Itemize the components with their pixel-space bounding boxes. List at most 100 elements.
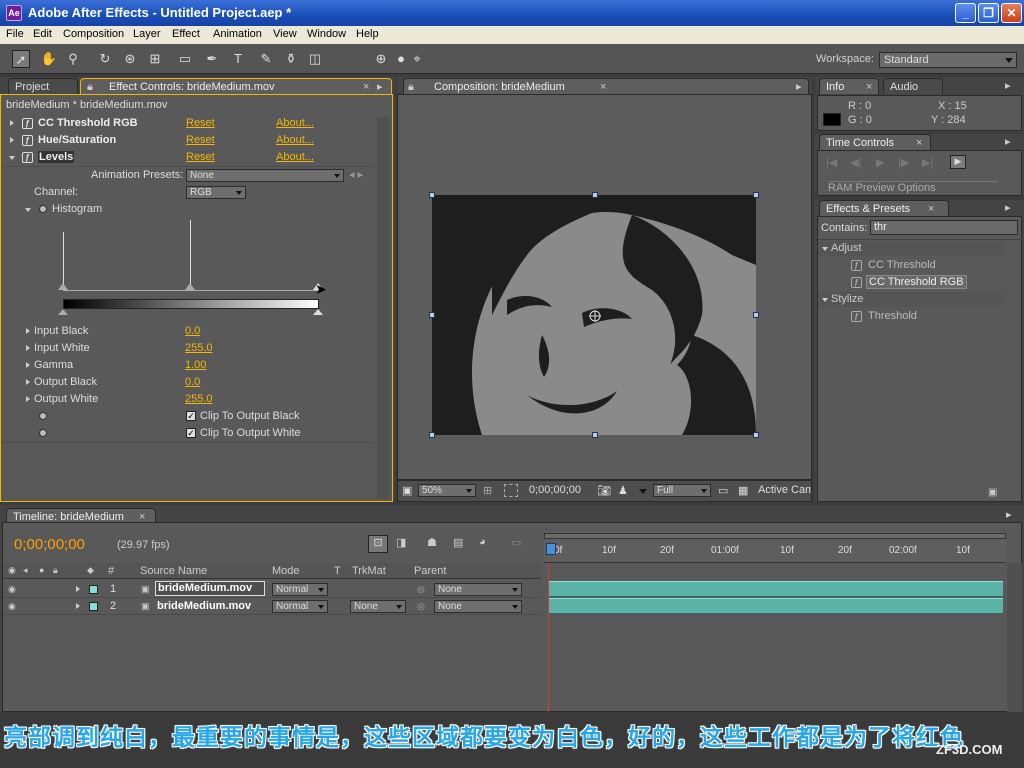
shy-layers-icon[interactable]: ☗: [427, 536, 437, 549]
transparency-grid-icon[interactable]: ▦: [738, 484, 748, 497]
lock-switch-icon[interactable]: 🔒︎: [53, 565, 58, 576]
column-source-name[interactable]: Source Name: [140, 565, 207, 577]
live-update-icon[interactable]: ⊡: [368, 535, 388, 553]
brush-tool-icon[interactable]: ✎: [257, 50, 275, 68]
composition-frame[interactable]: [432, 195, 756, 435]
menu-file[interactable]: File: [6, 28, 24, 40]
panel-menu-icon[interactable]: ▸: [1005, 79, 1011, 92]
eye-icon[interactable]: ◉: [8, 601, 16, 612]
panel-menu-icon[interactable]: ▸: [1006, 508, 1012, 521]
ram-preview-icon[interactable]: ▶: [950, 155, 966, 169]
tab-time-controls[interactable]: Time Controls ×: [819, 134, 931, 150]
param-value[interactable]: 255.0: [185, 393, 213, 405]
tab-effect-controls[interactable]: 🔒︎ Effect Controls: brideMedium.mov × ▸: [80, 78, 392, 94]
pan-behind-tool-icon[interactable]: ⊞: [146, 50, 164, 68]
snapshot-icon[interactable]: 📷︎: [597, 484, 611, 497]
effect-row-hue-saturation[interactable]: ƒ Hue/Saturation Reset About...: [1, 132, 392, 149]
last-frame-icon[interactable]: ▶|: [922, 156, 933, 169]
resolution-select[interactable]: Full: [653, 484, 711, 497]
effect-row-levels[interactable]: ƒ Levels Reset About...: [1, 149, 392, 166]
close-icon[interactable]: ×: [600, 79, 606, 95]
about-link[interactable]: About...: [276, 151, 314, 163]
view-axis-mode-icon[interactable]: ⌖: [408, 50, 426, 68]
clone-stamp-tool-icon[interactable]: ⚱: [282, 50, 300, 68]
grid-icon[interactable]: ⊞: [483, 484, 492, 497]
collapse-triangle-icon[interactable]: [9, 156, 15, 160]
tab-project[interactable]: Project: [8, 78, 78, 94]
fx-icon[interactable]: ƒ: [22, 152, 33, 163]
layer-handle[interactable]: [753, 192, 759, 198]
current-time-display[interactable]: 0;00;00;00: [14, 536, 85, 553]
reset-link[interactable]: Reset: [186, 117, 215, 129]
audio-switch-icon[interactable]: ◂: [23, 565, 28, 576]
next-frame-icon[interactable]: |▶: [898, 156, 909, 169]
current-time-indicator[interactable]: [546, 543, 556, 555]
clip-output-black-checkbox[interactable]: ✓: [186, 411, 196, 421]
lock-icon[interactable]: 🔒︎: [408, 79, 414, 95]
previous-frame-icon[interactable]: ◀|: [850, 156, 861, 169]
video-switch-icon[interactable]: ◉: [8, 565, 16, 576]
composition-viewer[interactable]: [397, 94, 812, 480]
tab-effects-presets[interactable]: Effects & Presets ×: [819, 200, 949, 216]
maximize-button[interactable]: ❐: [978, 3, 999, 23]
layer-duration-bar[interactable]: [548, 581, 1003, 597]
label-tag-icon[interactable]: ◆: [87, 565, 94, 576]
close-icon[interactable]: ×: [928, 201, 934, 217]
orbit-camera-tool-icon[interactable]: ⊛: [121, 50, 139, 68]
menu-composition[interactable]: Composition: [63, 28, 124, 40]
reset-link[interactable]: Reset: [186, 134, 215, 146]
param-value[interactable]: 0.0: [185, 325, 200, 337]
timeline-scrollbar[interactable]: [1007, 563, 1022, 713]
expand-triangle-icon[interactable]: [26, 396, 30, 402]
expand-triangle-icon[interactable]: [26, 345, 30, 351]
gamma-slider[interactable]: [185, 283, 195, 290]
clip-output-white-checkbox[interactable]: ✓: [186, 428, 196, 438]
menu-edit[interactable]: Edit: [33, 28, 52, 40]
expand-triangle-icon[interactable]: [10, 120, 14, 126]
frame-blending-icon[interactable]: ▤: [453, 536, 463, 549]
work-area-bar[interactable]: [544, 533, 1006, 539]
panel-menu-icon[interactable]: ▸: [1005, 201, 1011, 214]
layer-handle[interactable]: [753, 312, 759, 318]
trkmat-select[interactable]: None: [350, 600, 406, 613]
effect-row-cc-threshold-rgb[interactable]: ƒ CC Threshold RGB Reset About...: [1, 115, 392, 132]
time-ruler[interactable]: 0f 10f 20f 01:00f 10f 20f 02:00f 10f: [544, 531, 1006, 563]
layer-handle[interactable]: [429, 192, 435, 198]
menu-animation[interactable]: Animation: [213, 28, 262, 40]
parent-select[interactable]: None: [434, 600, 522, 613]
first-frame-icon[interactable]: |◀: [826, 156, 837, 169]
label-color-swatch[interactable]: [89, 585, 98, 594]
menu-help[interactable]: Help: [356, 28, 379, 40]
close-icon[interactable]: ×: [866, 79, 872, 95]
collapse-triangle-icon[interactable]: [822, 298, 828, 302]
param-value[interactable]: 1.00: [185, 359, 206, 371]
layer-handle[interactable]: [429, 432, 435, 438]
animation-presets-select[interactable]: None: [186, 169, 344, 182]
close-icon[interactable]: ×: [363, 79, 369, 95]
output-black-slider[interactable]: [58, 309, 68, 315]
parent-select[interactable]: None: [434, 583, 522, 596]
effect-item-threshold[interactable]: ƒ Threshold: [818, 308, 1004, 324]
comp-timecode[interactable]: 0;00;00;00: [529, 484, 581, 496]
minimize-button[interactable]: _: [955, 3, 976, 23]
effect-item-cc-threshold[interactable]: ƒ CC Threshold: [818, 257, 1004, 273]
blend-mode-select[interactable]: Normal: [272, 583, 328, 596]
tab-info[interactable]: Info ×: [819, 78, 879, 94]
pen-tool-icon[interactable]: ✒: [203, 50, 221, 68]
output-white-slider[interactable]: [313, 309, 323, 315]
pick-whip-icon[interactable]: ◎: [417, 584, 425, 595]
close-button[interactable]: ✕: [1001, 3, 1022, 23]
camera-view-select[interactable]: Active Cam: [758, 484, 811, 496]
vertical-scrollbar[interactable]: [377, 117, 389, 499]
stopwatch-icon[interactable]: [39, 429, 47, 437]
draft-3d-icon[interactable]: ◨: [396, 536, 406, 549]
panel-menu-icon[interactable]: ▸: [796, 79, 802, 95]
label-color-swatch[interactable]: [89, 602, 98, 611]
layer-row-1[interactable]: ◉ 1 ▣ brideMedium.mov Normal ◎ None: [3, 581, 541, 598]
rotation-tool-icon[interactable]: ↻: [96, 50, 114, 68]
menu-window[interactable]: Window: [307, 28, 346, 40]
layer-handle[interactable]: [592, 432, 598, 438]
pick-whip-icon[interactable]: ◎: [417, 601, 425, 612]
about-link[interactable]: About...: [276, 134, 314, 146]
hand-tool-icon[interactable]: ✋: [40, 50, 58, 68]
